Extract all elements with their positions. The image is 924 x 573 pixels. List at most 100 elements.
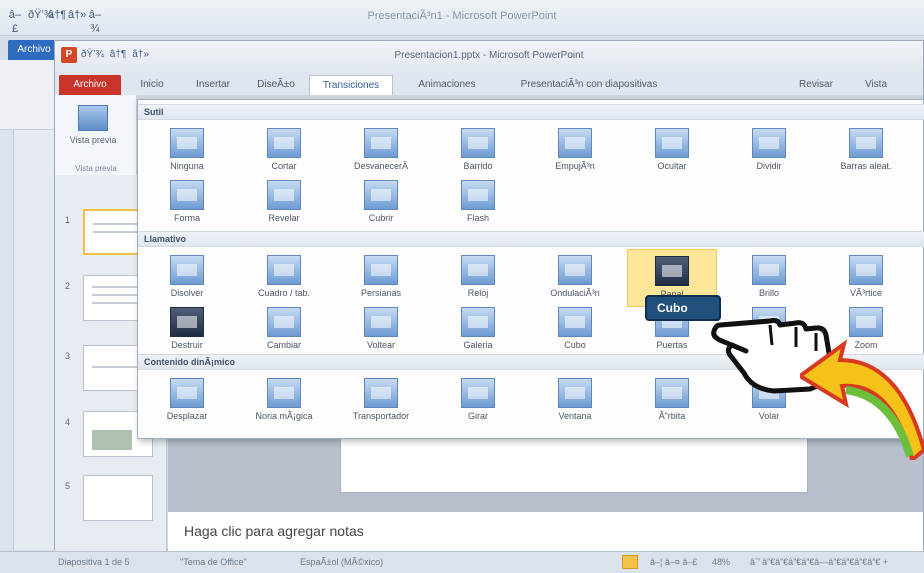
tab-vista[interactable]: Vista [851, 75, 901, 95]
transition-desvanecer-[interactable]: DesvanecerÂ [336, 122, 426, 180]
transition-label: Ocultar [657, 161, 687, 171]
tab-inicio[interactable]: Inicio [127, 75, 177, 95]
theme-name: "Tema de Office" [180, 557, 247, 567]
transition-label: EmpujÃ³n [555, 161, 595, 171]
transition-ocultar[interactable]: Ocultar [627, 122, 717, 180]
transition-thumbnail-icon [849, 128, 883, 158]
notes-pane[interactable]: Haga clic para agregar notas [168, 511, 923, 551]
transition-label: Flash [466, 213, 489, 223]
transition-label: Cortar [271, 161, 297, 171]
tab-archivo[interactable]: Archivo [59, 75, 121, 95]
transition-label: Cambiar [266, 340, 301, 350]
slide-number: 3 [65, 351, 71, 361]
transition-galeria[interactable]: Galeria [433, 301, 523, 359]
transition-flash[interactable]: Flash [433, 174, 523, 232]
tab-transiciones[interactable]: Transiciones [309, 75, 393, 95]
transition-noria-m-gica[interactable]: Noria mÃ¡gica [239, 372, 329, 430]
transition-thumbnail-icon [267, 255, 301, 285]
transition-thumbnail-icon [267, 378, 301, 408]
preview-button[interactable]: Vista previa [69, 105, 117, 163]
transition-thumbnail-icon [364, 128, 398, 158]
transition-thumbnail-icon [267, 307, 301, 337]
preview-group-label: Vista previa [75, 164, 117, 173]
transition-thumbnail-icon [461, 128, 495, 158]
transition-ondulaci-n[interactable]: OndulaciÃ³n [530, 249, 620, 307]
preview-icon [78, 105, 108, 131]
outer-file-tab[interactable]: Archivo [8, 40, 60, 60]
transition-label: Voltear [366, 340, 396, 350]
language[interactable]: EspaÃ±ol (MÃ©xico) [300, 557, 383, 567]
tab-animaciones[interactable]: Animaciones [405, 75, 489, 95]
zoom-slider[interactable]: âˆ’ â”€â”€â”€â”€â—â”€â”€â”€â”€ + [750, 557, 888, 567]
transition-voltear[interactable]: Voltear [336, 301, 426, 359]
outer-title-bar: â–£ ðŸ’¾ â†¶ â†» â–¾ PresentaciÃ³n1 - Mi… [0, 0, 924, 36]
outer-window-title: PresentaciÃ³n1 - Microsoft PowerPoint [367, 10, 557, 22]
transition-thumbnail-icon [558, 307, 592, 337]
transition-thumbnail-icon [267, 180, 301, 210]
transition-thumbnail-icon [655, 378, 689, 408]
transition-cambiar[interactable]: Cambiar [239, 301, 329, 359]
transition-label: Ventana [558, 411, 592, 421]
transition-revelar[interactable]: Revelar [239, 174, 329, 232]
transition-label: Disolver [170, 288, 204, 298]
transition-cubrir[interactable]: Cubrir [336, 174, 426, 232]
transition-girar[interactable]: Girar [433, 372, 523, 430]
transition-destruir[interactable]: Destruir [142, 301, 232, 359]
tab-presentacion[interactable]: PresentaciÃ³n con diapositivas [497, 75, 681, 95]
transition-ninguna[interactable]: Ninguna [142, 122, 232, 180]
transition-label: Transportador [352, 411, 410, 421]
transition-dividir[interactable]: Dividir [724, 122, 814, 180]
transition-thumbnail-icon [170, 128, 204, 158]
transition-thumbnail-icon [461, 180, 495, 210]
transition-thumbnail-icon [752, 128, 786, 158]
preview-group: Vista previa Vista previa [55, 95, 137, 175]
transition-label: DesvanecerÂ [353, 161, 409, 171]
transition-label: Barrido [463, 161, 493, 171]
transition-barrido[interactable]: Barrido [433, 122, 523, 180]
transition-thumbnail-icon [364, 255, 398, 285]
zoom-level[interactable]: 48% [712, 557, 730, 567]
transition-thumbnail-icon [364, 307, 398, 337]
transition-cubo[interactable]: Cubo [530, 301, 620, 359]
transition-reloj[interactable]: Reloj [433, 249, 523, 307]
tab-insertar[interactable]: Insertar [183, 75, 243, 95]
transition-label: Cubrir [368, 213, 394, 223]
transition-desplazar[interactable]: Desplazar [142, 372, 232, 430]
slide-thumbnail-5[interactable] [83, 475, 153, 521]
transition-label: Girar [468, 411, 488, 421]
transition-cuadro-tab-[interactable]: Cuadro / tab. [239, 249, 329, 307]
transition-cortar[interactable]: Cortar [239, 122, 329, 180]
transition-label: Ã“rbita [658, 411, 686, 421]
ribbon-tabs: Archivo Inicio Insertar DiseÃ±o Transici… [55, 71, 923, 95]
transition-thumbnail-icon [267, 128, 301, 158]
transition-thumbnail-icon [461, 255, 495, 285]
transition-thumbnail-icon [461, 378, 495, 408]
slide-number: 4 [65, 417, 71, 427]
transition-thumbnail-icon [364, 180, 398, 210]
transition-barras-aleat-[interactable]: Barras aleat. [821, 122, 911, 180]
notes-placeholder: Haga clic para agregar notas [184, 523, 364, 539]
view-buttons[interactable]: â–¦ â–¤ â–£ [650, 557, 697, 567]
transition-label: Desplazar [166, 411, 208, 421]
normal-view-button[interactable] [622, 555, 638, 569]
transition-label: Persianas [360, 288, 402, 298]
transition-thumbnail-icon [655, 256, 689, 286]
transition-forma[interactable]: Forma [142, 174, 232, 232]
transition-label: Galeria [463, 340, 493, 350]
slide-number: 5 [65, 481, 71, 491]
transition-thumbnail-icon [461, 307, 495, 337]
tab-diseno[interactable]: DiseÃ±o [249, 75, 303, 95]
transition-thumbnail-icon [655, 128, 689, 158]
inner-window-title: Presentacion1.pptx - Microsoft PowerPoin… [394, 50, 584, 61]
transition-disolver[interactable]: Disolver [142, 249, 232, 307]
transition-thumbnail-icon [364, 378, 398, 408]
transition-label: Reloj [467, 288, 489, 298]
transition-ventana[interactable]: Ventana [530, 372, 620, 430]
slide-number: 1 [65, 215, 71, 225]
transition-transportador[interactable]: Transportador [336, 372, 426, 430]
transition-empuj-n[interactable]: EmpujÃ³n [530, 122, 620, 180]
transition-label: Noria mÃ¡gica [255, 411, 313, 421]
transition-label: Cuadro / tab. [257, 288, 311, 298]
transition-persianas[interactable]: Persianas [336, 249, 426, 307]
tab-revisar[interactable]: Revisar [791, 75, 841, 95]
